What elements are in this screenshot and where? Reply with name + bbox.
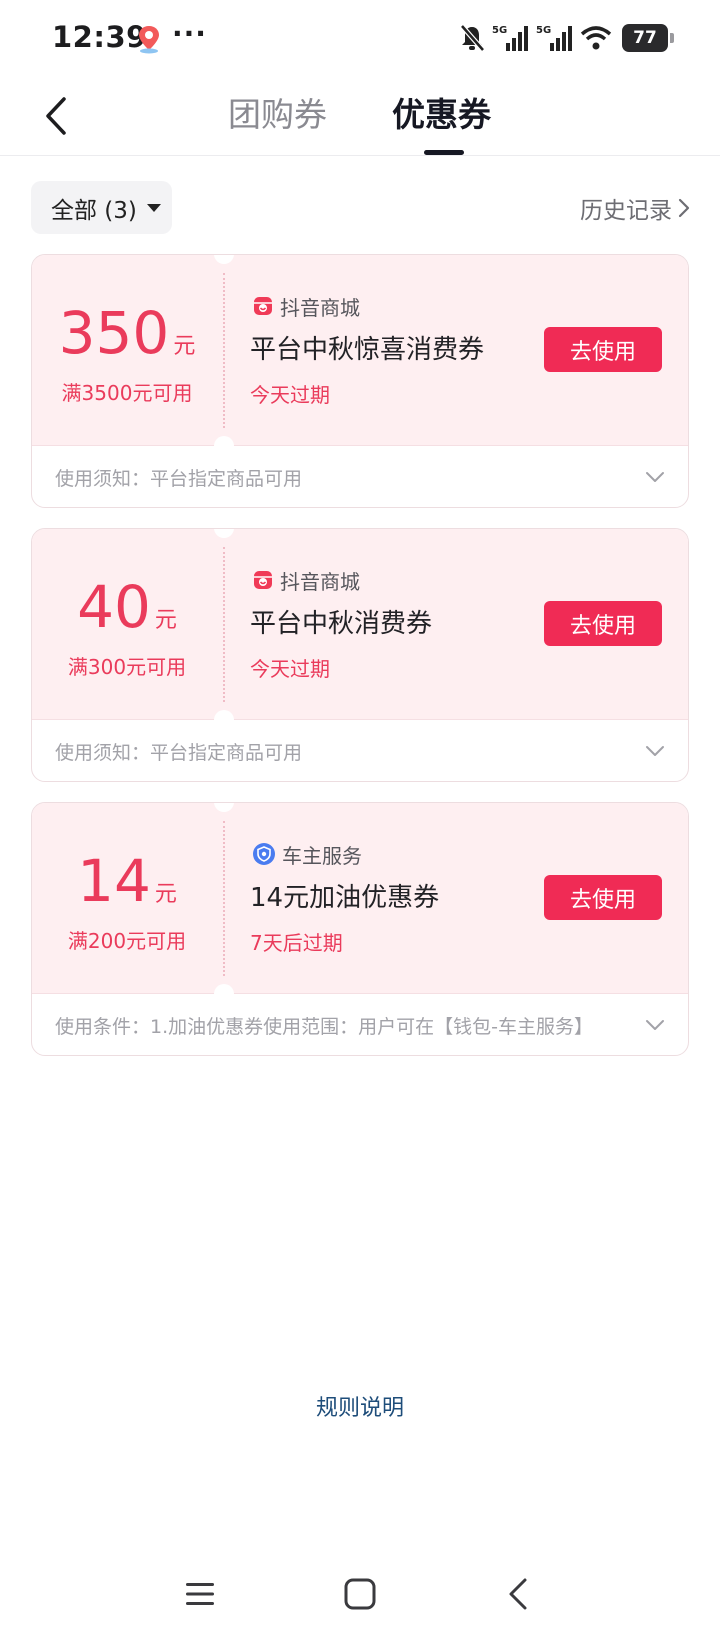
coupon-notice-toggle[interactable]: 使用须知：平台指定商品可用 <box>32 446 688 507</box>
merchant-row: 抖音商城 <box>252 565 360 595</box>
chevron-down-icon <box>646 1020 664 1030</box>
coupon-expiry: 今天过期 <box>250 383 330 407</box>
coupon-threshold: 满3500元可用 <box>61 381 193 405</box>
coupon-notice-toggle[interactable]: 使用须知：平台指定商品可用 <box>32 720 688 781</box>
coupon-notch <box>214 803 234 812</box>
status-icons: 5G 5G 77 <box>458 20 674 56</box>
coupon-threshold: 满300元可用 <box>67 655 187 679</box>
chevron-down-icon <box>646 746 664 756</box>
coupon-amount: 40 元 <box>32 575 222 639</box>
amount-unit: 元 <box>154 608 177 633</box>
coupon-notice-toggle[interactable]: 使用条件：1.加油优惠券使用范围：用户可在【钱包-车主服务】 <box>32 994 688 1055</box>
coupon-title: 14元加油优惠券 <box>250 883 440 913</box>
coupon-notch <box>214 255 234 264</box>
coupon-main: 40 元 满300元可用 抖音商城 平台中秋消费券 今天过期 去使用 <box>32 529 688 730</box>
back-button[interactable] <box>28 86 84 146</box>
amount-unit: 元 <box>154 882 177 907</box>
merchant-name: 抖音商城 <box>280 569 360 594</box>
merchant-name: 车主服务 <box>282 843 362 868</box>
coupon-main: 14 元 满200元可用 车主服务 14元加油优惠券 7天后过期 去使用 <box>32 803 688 1004</box>
coupon-notice: 使用条件：1.加油优惠券使用范围：用户可在【钱包-车主服务】 <box>55 1016 593 1038</box>
amount-value: 350 <box>58 299 170 367</box>
location-app-icon <box>139 26 159 54</box>
use-coupon-button[interactable]: 去使用 <box>544 327 662 372</box>
menu-icon[interactable] <box>178 1572 222 1616</box>
home-square-icon[interactable] <box>338 1572 382 1616</box>
amount-unit: 元 <box>173 334 196 359</box>
coupon-divider <box>223 821 225 976</box>
signal-icon: 5G <box>536 25 572 51</box>
merchant-row: 抖音商城 <box>252 291 360 321</box>
network-label: 5G <box>492 25 507 36</box>
wifi-icon <box>580 26 612 50</box>
coupon-main: 350 元 满3500元可用 抖音商城 平台中秋惊喜消费券 今天过期 去使用 <box>32 255 688 456</box>
status-more-icon: ··· <box>172 17 207 50</box>
chevron-right-icon <box>678 198 690 218</box>
use-coupon-button[interactable]: 去使用 <box>544 601 662 646</box>
coupon-card: 40 元 满300元可用 抖音商城 平台中秋消费券 今天过期 去使用 使用须知：平… <box>31 528 689 782</box>
coupon-title: 平台中秋消费券 <box>250 609 433 639</box>
rules-link[interactable]: 规则说明 <box>0 1390 720 1422</box>
coupon-title: 平台中秋惊喜消费券 <box>250 335 485 365</box>
network-label: 5G <box>536 25 551 36</box>
status-time: 12:39 <box>52 20 147 54</box>
amount-value: 40 <box>77 573 151 641</box>
coupon-expiry: 7天后过期 <box>250 931 343 955</box>
shop-icon <box>254 571 272 589</box>
signal-icon: 5G <box>492 25 528 51</box>
history-label: 历史记录 <box>580 198 672 224</box>
shop-icon <box>254 297 272 315</box>
header: 团购券 优惠券 <box>0 78 720 156</box>
battery-icon: 77 <box>622 24 674 52</box>
tab-active-indicator <box>424 150 464 155</box>
bell-off-icon <box>460 24 485 52</box>
coupon-amount: 350 元 <box>32 301 222 365</box>
coupon-card: 350 元 满3500元可用 抖音商城 平台中秋惊喜消费券 今天过期 去使用 使用… <box>31 254 689 508</box>
coupon-card: 14 元 满200元可用 车主服务 14元加油优惠券 7天后过期 去使用 使用条件… <box>31 802 689 1056</box>
coupon-notch <box>214 529 234 538</box>
use-coupon-button[interactable]: 去使用 <box>544 875 662 920</box>
car-service-icon <box>253 843 275 865</box>
chevron-down-icon <box>646 472 664 482</box>
coupon-notice: 使用须知：平台指定商品可用 <box>55 742 303 764</box>
back-triangle-icon[interactable] <box>496 1572 540 1616</box>
filter-dropdown[interactable]: 全部 (3) <box>31 181 172 234</box>
filter-label: 全部 (3) <box>51 197 137 224</box>
coupon-notice: 使用须知：平台指定商品可用 <box>55 468 303 490</box>
coupon-threshold: 满200元可用 <box>67 929 187 953</box>
amount-value: 14 <box>77 847 151 915</box>
coupon-amount: 14 元 <box>32 849 222 913</box>
coupon-divider <box>223 273 225 428</box>
status-bar: 12:39 ··· 5G 5G 77 <box>0 0 720 78</box>
coupon-divider <box>223 547 225 702</box>
merchant-row: 车主服务 <box>252 839 362 869</box>
caret-down-icon <box>146 203 161 212</box>
tab-group-buy[interactable]: 团购券 <box>228 90 327 140</box>
coupon-expiry: 今天过期 <box>250 657 330 681</box>
merchant-name: 抖音商城 <box>280 295 360 320</box>
history-link[interactable]: 历史记录 <box>580 188 690 228</box>
chevron-left-icon <box>46 97 66 135</box>
tab-coupon[interactable]: 优惠券 <box>392 90 491 140</box>
